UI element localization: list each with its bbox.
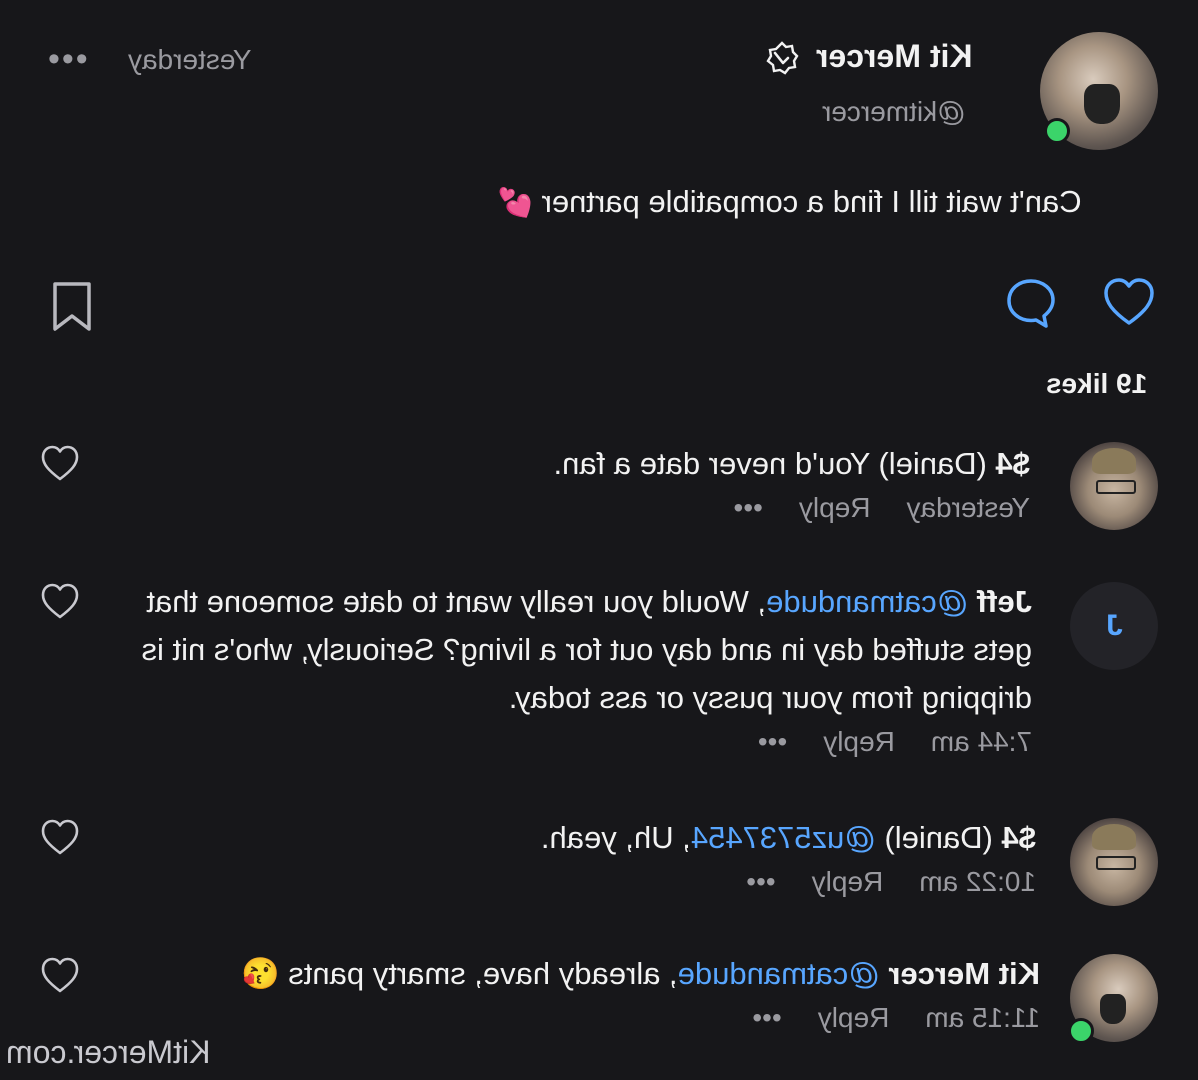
bookmark-icon[interactable] xyxy=(50,280,94,334)
reply-button[interactable]: Reply xyxy=(818,1002,890,1033)
comment-body: $4 (Daniel) You'd never date a fan. Yest… xyxy=(510,440,1030,524)
author-handle[interactable]: @kitmercer xyxy=(822,96,966,128)
mention-link[interactable]: @catmandude xyxy=(678,956,880,991)
more-icon[interactable]: ••• xyxy=(746,866,775,897)
author-name[interactable]: Kit Mercer xyxy=(816,38,973,75)
reply-button[interactable]: Reply xyxy=(799,492,871,523)
post-time: Yesterday xyxy=(128,44,252,75)
heart-icon[interactable] xyxy=(40,956,80,996)
comment-time: 7:44 am xyxy=(930,726,1032,757)
comment-icon[interactable] xyxy=(1004,276,1058,330)
watermark: KitMercer.com xyxy=(6,1034,211,1070)
mention-link[interactable]: @uz5737454 xyxy=(691,820,876,855)
heart-icon[interactable] xyxy=(40,818,80,858)
comment-author[interactable]: Kit Mercer xyxy=(888,956,1040,991)
online-indicator xyxy=(1068,1018,1094,1044)
likes-count[interactable]: 19 likes xyxy=(1046,368,1147,400)
post-text-body: Can't wait till I find a compatible part… xyxy=(541,184,1082,219)
comment-avatar[interactable] xyxy=(1070,818,1158,906)
comment-author-note: (Daniel) xyxy=(875,820,1002,855)
comment-emoji: 😘 xyxy=(241,956,280,991)
comment-time: 10:22 am xyxy=(919,866,1036,897)
verified-icon xyxy=(766,41,799,75)
comment-time: 11:15 am xyxy=(925,1002,1040,1033)
comment-body: Jeff @catmandude, Would you really want … xyxy=(112,578,1033,758)
comment-text: , already have, smarty pants xyxy=(279,956,678,991)
comment-avatar[interactable] xyxy=(1070,442,1158,530)
comment-body: $4 (Daniel) @uz5737454, Uh, yeah. 10:22 … xyxy=(496,814,1036,898)
more-icon[interactable]: ••• xyxy=(733,492,762,523)
comment-time: Yesterday xyxy=(906,492,1031,523)
comment-author[interactable]: Jeff xyxy=(977,584,1032,619)
comment-avatar[interactable]: J xyxy=(1070,582,1158,670)
comment-author-note: (Daniel) xyxy=(870,446,996,481)
heart-icon[interactable] xyxy=(40,582,80,622)
like-icon[interactable] xyxy=(1102,276,1156,330)
comment-text: You'd never date a fan. xyxy=(553,446,871,481)
mention-link[interactable]: @catmandude xyxy=(766,584,968,619)
mirrored-stage xyxy=(0,0,1198,1080)
post-text-emoji: 💕 xyxy=(498,187,533,218)
post-text: Can't wait till I find a compatible part… xyxy=(498,184,1082,220)
more-icon[interactable]: ••• xyxy=(758,726,787,757)
comment-body: Kit Mercer @catmandude, already have, sm… xyxy=(160,950,1040,1034)
heart-icon[interactable] xyxy=(40,444,80,484)
reply-button[interactable]: Reply xyxy=(812,866,884,897)
reply-button[interactable]: Reply xyxy=(823,726,895,757)
comment-author[interactable]: $4 xyxy=(996,446,1030,481)
more-icon[interactable]: ••• xyxy=(752,1002,781,1033)
comment-text: , Uh, yeah. xyxy=(540,820,691,855)
comment-author[interactable]: $4 xyxy=(1002,820,1036,855)
more-icon[interactable]: ••• xyxy=(48,40,90,79)
